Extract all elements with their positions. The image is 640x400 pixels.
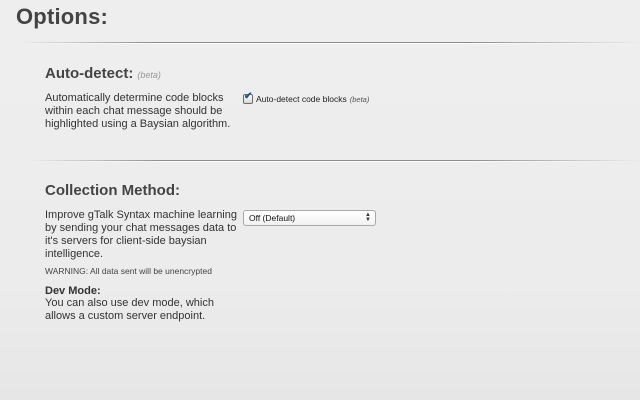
unencrypted-warning: WARNING: All data sent will be unencrypt… — [45, 266, 212, 276]
auto-detect-heading: Auto-detect: (beta) — [45, 65, 161, 82]
auto-detect-checkbox-beta-tag: (beta) — [349, 94, 370, 104]
auto-detect-title: Auto-detect: — [45, 65, 134, 82]
dev-mode-title: Dev Mode: — [45, 285, 101, 297]
auto-detect-checkbox-row[interactable]: ✔ Auto-detect code blocks (beta) — [243, 91, 370, 104]
auto-detect-checkbox[interactable]: ✔ — [243, 91, 253, 104]
collection-method-heading: Collection Method: — [45, 182, 180, 199]
auto-detect-beta-tag: (beta) — [137, 70, 161, 80]
collection-method-select-value: Off (Default) — [249, 213, 296, 223]
checkmark-icon: ✔ — [244, 91, 253, 102]
dev-mode-description: You can also use dev mode, which allows … — [45, 297, 214, 322]
header-divider — [20, 42, 640, 44]
section-divider — [30, 160, 640, 162]
auto-detect-checkbox-label: Auto-detect code blocks — [256, 94, 347, 104]
collection-method-title: Collection Method: — [45, 182, 180, 199]
collection-method-select[interactable]: Off (Default) ▲ ▼ — [243, 210, 376, 226]
page-title-text: Options — [16, 4, 101, 29]
collection-method-description: Improve gTalk Syntax machine learning by… — [45, 209, 237, 260]
auto-detect-description: Automatically determine code blocks with… — [45, 92, 231, 130]
page-title: Options: — [16, 4, 109, 29]
up-down-arrows-icon: ▲ ▼ — [365, 212, 371, 223]
